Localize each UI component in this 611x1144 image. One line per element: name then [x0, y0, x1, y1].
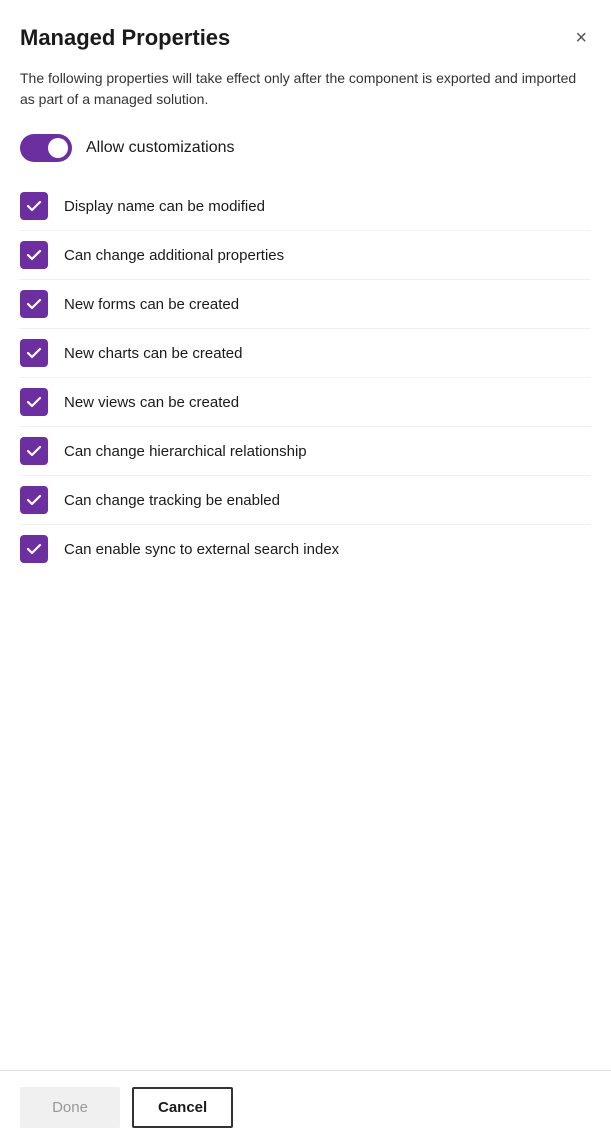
done-button[interactable]: Done	[20, 1087, 120, 1128]
checkbox-additional-properties[interactable]	[20, 241, 48, 269]
close-button[interactable]: ×	[571, 24, 591, 52]
checkbox-tracking[interactable]	[20, 486, 48, 514]
checkbox-label: Can change additional properties	[64, 245, 284, 266]
check-icon	[26, 296, 42, 312]
toggle-track	[20, 134, 72, 162]
check-icon	[26, 345, 42, 361]
checkbox-new-views[interactable]	[20, 388, 48, 416]
checkbox-label: New charts can be created	[64, 343, 242, 364]
checkbox-list: Display name can be modified Can change …	[20, 182, 591, 573]
checkbox-display-name[interactable]	[20, 192, 48, 220]
dialog-footer: Done Cancel	[0, 1070, 611, 1144]
dialog-description: The following properties will take effec…	[20, 68, 591, 110]
list-item: Can change additional properties	[20, 231, 591, 280]
check-icon	[26, 394, 42, 410]
checkbox-label: Display name can be modified	[64, 196, 265, 217]
dialog-title: Managed Properties	[20, 25, 230, 51]
checkbox-label: Can enable sync to external search index	[64, 539, 339, 560]
toggle-thumb	[48, 138, 68, 158]
check-icon	[26, 541, 42, 557]
cancel-button[interactable]: Cancel	[132, 1087, 233, 1128]
list-item: New views can be created	[20, 378, 591, 427]
toggle-label: Allow customizations	[86, 139, 235, 157]
checkbox-new-charts[interactable]	[20, 339, 48, 367]
list-item: Can enable sync to external search index	[20, 525, 591, 573]
allow-customizations-toggle-row: Allow customizations	[20, 134, 591, 162]
list-item: Display name can be modified	[20, 182, 591, 231]
checkbox-hierarchical[interactable]	[20, 437, 48, 465]
checkbox-sync-external[interactable]	[20, 535, 48, 563]
check-icon	[26, 247, 42, 263]
list-item: Can change tracking be enabled	[20, 476, 591, 525]
check-icon	[26, 198, 42, 214]
checkbox-label: Can change tracking be enabled	[64, 490, 280, 511]
allow-customizations-toggle[interactable]	[20, 134, 72, 162]
checkbox-new-forms[interactable]	[20, 290, 48, 318]
checkbox-label: New views can be created	[64, 392, 239, 413]
managed-properties-dialog: Managed Properties × The following prope…	[0, 0, 611, 1070]
list-item: New charts can be created	[20, 329, 591, 378]
dialog-header: Managed Properties ×	[20, 24, 591, 52]
list-item: New forms can be created	[20, 280, 591, 329]
checkbox-label: New forms can be created	[64, 294, 239, 315]
check-icon	[26, 443, 42, 459]
list-item: Can change hierarchical relationship	[20, 427, 591, 476]
checkbox-label: Can change hierarchical relationship	[64, 441, 307, 462]
check-icon	[26, 492, 42, 508]
